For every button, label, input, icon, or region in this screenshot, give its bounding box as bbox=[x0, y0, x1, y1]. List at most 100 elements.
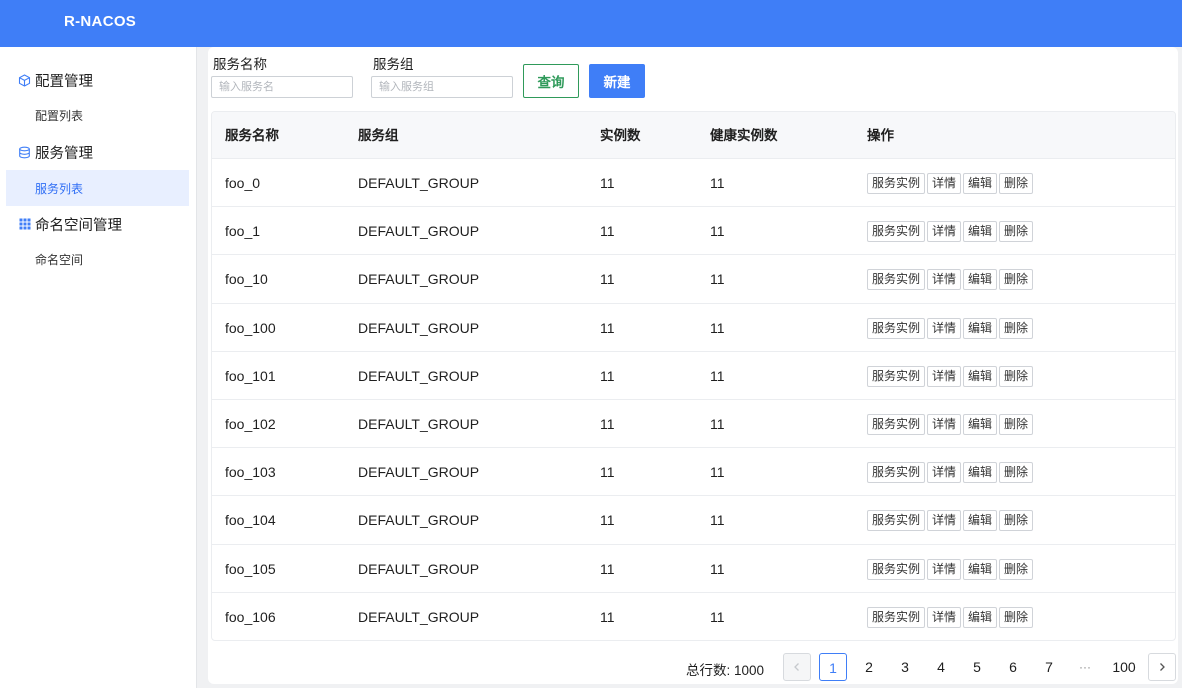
detail-button[interactable]: 详情 bbox=[927, 606, 962, 628]
page-7[interactable]: 7 bbox=[1035, 653, 1063, 681]
table-header: 服务名称 服务组 实例数 健康实例数 操作 bbox=[212, 112, 1175, 159]
edit-button[interactable]: 编辑 bbox=[963, 269, 998, 291]
page-6[interactable]: 6 bbox=[999, 653, 1027, 681]
edit-button[interactable]: 编辑 bbox=[963, 317, 998, 339]
cell-healthy-count: 11 bbox=[710, 175, 725, 191]
table-row: foo_104 DEFAULT_GROUP 11 11 服务实例 详情 编辑 删除 bbox=[212, 496, 1175, 545]
menu-group-label: 服务管理 bbox=[35, 145, 93, 162]
delete-button[interactable]: 删除 bbox=[999, 462, 1034, 484]
instances-button[interactable]: 服务实例 bbox=[867, 558, 926, 580]
edit-button[interactable]: 编辑 bbox=[963, 221, 998, 243]
table-row: foo_100 DEFAULT_GROUP 11 11 服务实例 详情 编辑 删除 bbox=[212, 304, 1175, 352]
delete-button[interactable]: 删除 bbox=[999, 510, 1034, 532]
prev-page-button[interactable] bbox=[783, 653, 811, 681]
edit-button[interactable]: 编辑 bbox=[963, 606, 998, 628]
page-4[interactable]: 4 bbox=[927, 653, 955, 681]
page-ellipsis[interactable]: ··· bbox=[1071, 653, 1099, 681]
edit-button[interactable]: 编辑 bbox=[963, 558, 998, 580]
row-actions: 服务实例 详情 编辑 删除 bbox=[867, 606, 1034, 628]
service-name-label: 服务名称 bbox=[213, 57, 267, 72]
delete-button[interactable]: 删除 bbox=[999, 365, 1034, 387]
column-header: 实例数 bbox=[600, 128, 641, 143]
detail-button[interactable]: 详情 bbox=[927, 414, 962, 435]
instances-button[interactable]: 服务实例 bbox=[867, 414, 926, 435]
table-row: foo_102 DEFAULT_GROUP 11 11 服务实例 详情 编辑 删除 bbox=[212, 400, 1175, 449]
total-count: 总行数: 1000 bbox=[686, 663, 765, 678]
delete-button[interactable]: 删除 bbox=[999, 317, 1034, 339]
page-3[interactable]: 3 bbox=[891, 653, 919, 681]
cell-service-group: DEFAULT_GROUP bbox=[358, 319, 480, 336]
row-actions: 服务实例 详情 编辑 删除 bbox=[867, 221, 1034, 243]
column-header: 操作 bbox=[867, 128, 894, 143]
edit-button[interactable]: 编辑 bbox=[963, 510, 998, 532]
cell-service-group: DEFAULT_GROUP bbox=[358, 464, 480, 481]
cell-healthy-count: 11 bbox=[710, 416, 725, 432]
table-row: foo_0 DEFAULT_GROUP 11 11 服务实例 详情 编辑 删除 bbox=[212, 159, 1175, 208]
cell-healthy-count: 11 bbox=[710, 271, 725, 288]
detail-button[interactable]: 详情 bbox=[927, 221, 962, 243]
detail-button[interactable]: 详情 bbox=[927, 365, 962, 387]
delete-button[interactable]: 删除 bbox=[999, 558, 1034, 580]
sidebar-item-config-list[interactable]: 配置列表 bbox=[6, 97, 189, 133]
cell-service-group: DEFAULT_GROUP bbox=[358, 175, 480, 191]
cell-service-name: foo_0 bbox=[225, 175, 261, 191]
menu-group-namespace[interactable]: 命名空间管理 bbox=[18, 212, 122, 236]
instances-button[interactable]: 服务实例 bbox=[867, 606, 926, 628]
sidebar-item-service-list[interactable]: 服务列表 bbox=[6, 170, 189, 206]
instances-button[interactable]: 服务实例 bbox=[867, 510, 926, 532]
delete-button[interactable]: 删除 bbox=[999, 173, 1034, 194]
cell-healthy-count: 11 bbox=[710, 512, 725, 529]
cell-service-group: DEFAULT_GROUP bbox=[358, 560, 480, 577]
detail-button[interactable]: 详情 bbox=[927, 317, 962, 339]
detail-button[interactable]: 详情 bbox=[927, 269, 962, 291]
service-group-label: 服务组 bbox=[373, 57, 414, 72]
cell-service-name: foo_100 bbox=[225, 319, 276, 336]
instances-button[interactable]: 服务实例 bbox=[867, 462, 926, 484]
cell-service-name: foo_106 bbox=[225, 608, 276, 625]
instances-button[interactable]: 服务实例 bbox=[867, 173, 926, 194]
delete-button[interactable]: 删除 bbox=[999, 606, 1034, 628]
cell-service-group: DEFAULT_GROUP bbox=[358, 271, 480, 288]
edit-button[interactable]: 编辑 bbox=[963, 462, 998, 484]
detail-button[interactable]: 详情 bbox=[927, 462, 962, 484]
page-1[interactable]: 1 bbox=[819, 653, 847, 681]
edit-button[interactable]: 编辑 bbox=[963, 365, 998, 387]
detail-button[interactable]: 详情 bbox=[927, 510, 962, 532]
delete-button[interactable]: 删除 bbox=[999, 269, 1034, 291]
cell-instance-count: 11 bbox=[600, 560, 615, 577]
detail-button[interactable]: 详情 bbox=[927, 558, 962, 580]
cell-service-group: DEFAULT_GROUP bbox=[358, 367, 480, 384]
service-group-input[interactable] bbox=[371, 76, 513, 98]
detail-button[interactable]: 详情 bbox=[927, 173, 962, 194]
row-actions: 服务实例 详情 编辑 删除 bbox=[867, 269, 1034, 291]
grid-icon bbox=[18, 218, 31, 231]
row-actions: 服务实例 详情 编辑 删除 bbox=[867, 462, 1034, 484]
sidebar-item-namespace[interactable]: 命名空间 bbox=[6, 241, 189, 277]
row-actions: 服务实例 详情 编辑 删除 bbox=[867, 558, 1034, 580]
service-name-input[interactable] bbox=[211, 76, 353, 98]
page-2[interactable]: 2 bbox=[855, 653, 883, 681]
row-actions: 服务实例 详情 编辑 删除 bbox=[867, 414, 1034, 435]
service-table: 服务名称 服务组 实例数 健康实例数 操作 foo_0 DEFAULT_GROUP… bbox=[211, 111, 1176, 641]
query-button[interactable]: 查询 bbox=[523, 64, 579, 98]
page-last[interactable]: 100 bbox=[1106, 653, 1142, 681]
delete-button[interactable]: 删除 bbox=[999, 221, 1034, 243]
menu-group-service[interactable]: 服务管理 bbox=[18, 140, 93, 164]
instances-button[interactable]: 服务实例 bbox=[867, 317, 926, 339]
chevron-right-icon bbox=[1157, 660, 1167, 675]
cell-instance-count: 11 bbox=[600, 512, 615, 529]
app-brand[interactable]: R-NACOS bbox=[64, 13, 136, 30]
menu-group-config[interactable]: 配置管理 bbox=[18, 68, 93, 92]
cell-instance-count: 11 bbox=[600, 367, 615, 384]
instances-button[interactable]: 服务实例 bbox=[867, 365, 926, 387]
instances-button[interactable]: 服务实例 bbox=[867, 269, 926, 291]
edit-button[interactable]: 编辑 bbox=[963, 414, 998, 435]
page-5[interactable]: 5 bbox=[963, 653, 991, 681]
instances-button[interactable]: 服务实例 bbox=[867, 221, 926, 243]
delete-button[interactable]: 删除 bbox=[999, 414, 1034, 435]
cell-service-name: foo_104 bbox=[225, 512, 276, 529]
cell-service-group: DEFAULT_GROUP bbox=[358, 223, 480, 240]
new-button[interactable]: 新建 bbox=[589, 64, 645, 98]
edit-button[interactable]: 编辑 bbox=[963, 173, 998, 194]
next-page-button[interactable] bbox=[1148, 653, 1176, 681]
